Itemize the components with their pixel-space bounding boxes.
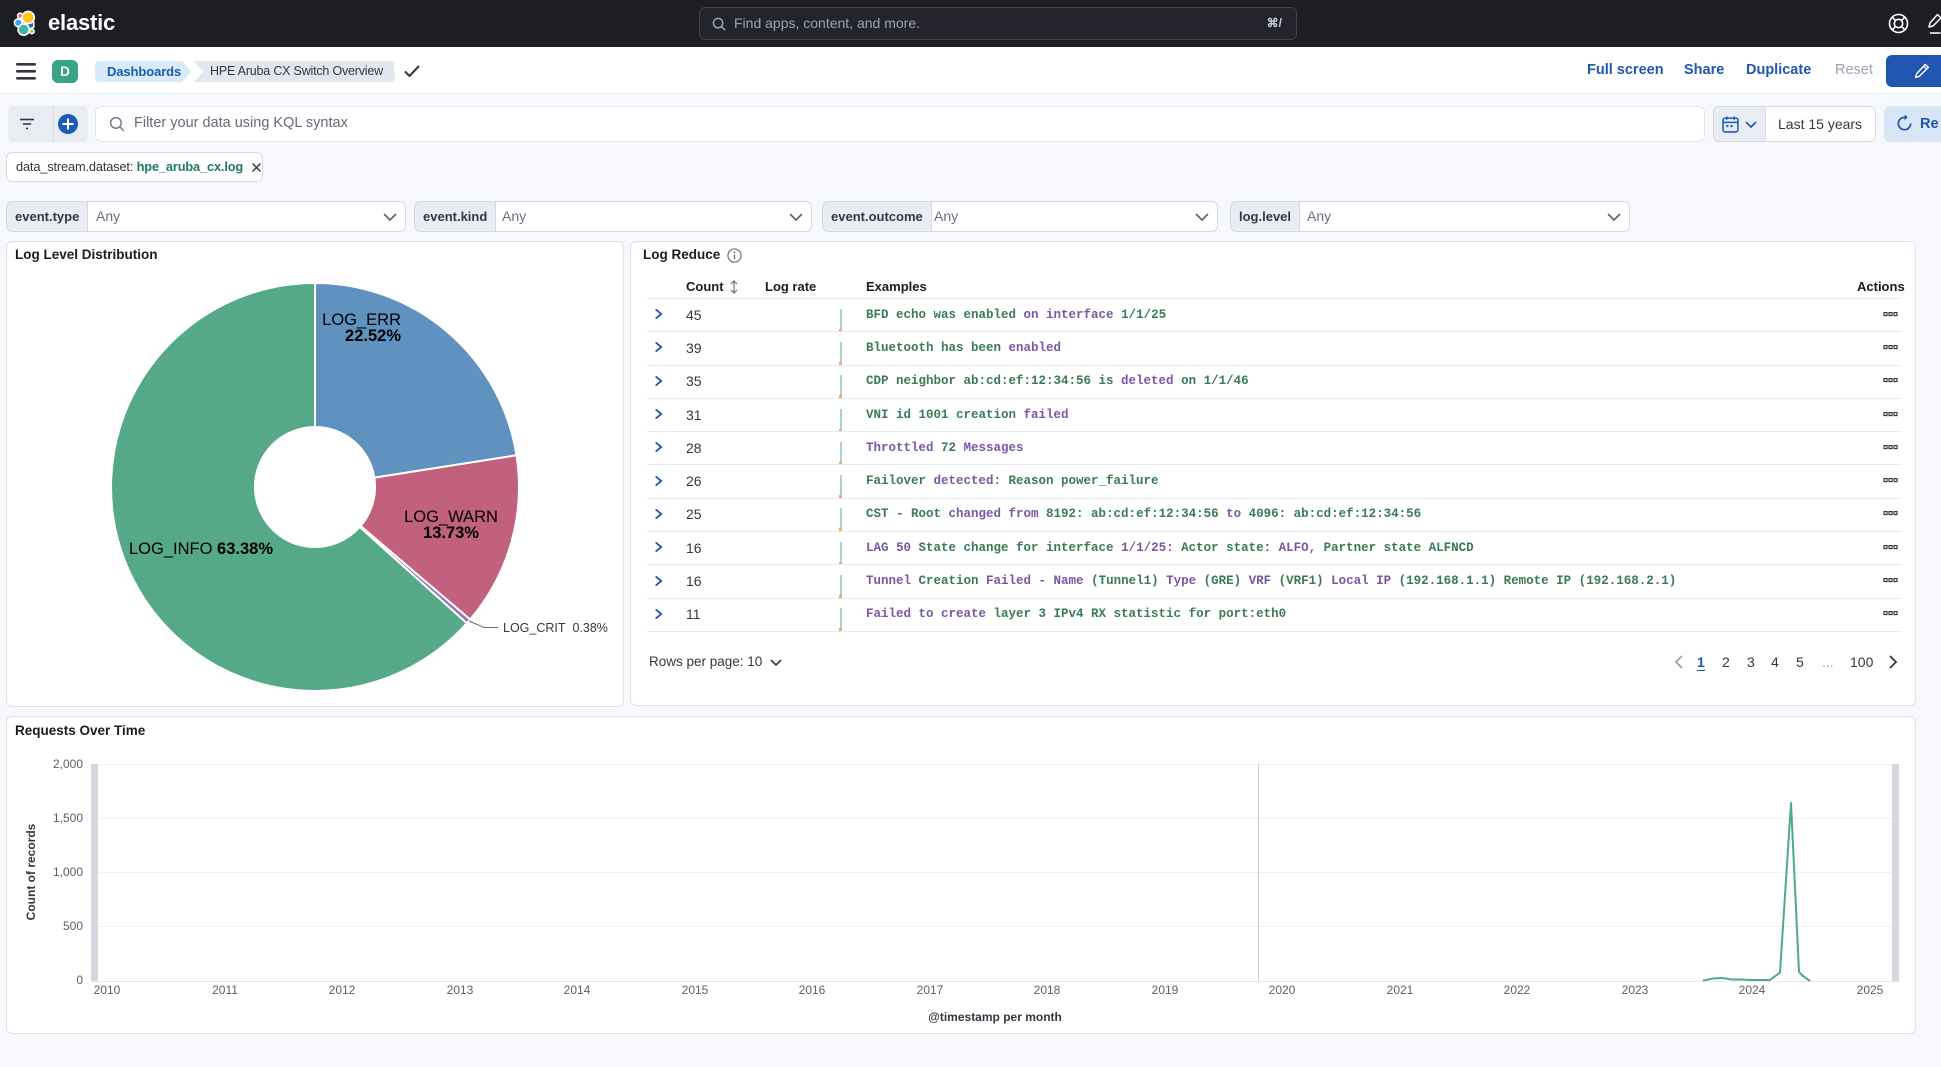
svg-text:2010: 2010 (94, 983, 121, 997)
svg-text:2025: 2025 (1857, 983, 1884, 997)
svg-text:@timestamp per month: @timestamp per month (928, 1010, 1062, 1024)
svg-text:2019: 2019 (1152, 983, 1179, 997)
svg-text:2015: 2015 (682, 983, 709, 997)
svg-text:2018: 2018 (1034, 983, 1061, 997)
svg-text:2013: 2013 (447, 983, 474, 997)
svg-text:1,500: 1,500 (53, 811, 83, 825)
svg-text:2017: 2017 (917, 983, 944, 997)
svg-text:LOG_INFO 63.38%: LOG_INFO 63.38% (129, 540, 273, 558)
svg-text:2021: 2021 (1387, 983, 1414, 997)
svg-text:2022: 2022 (1504, 983, 1531, 997)
svg-text:2012: 2012 (329, 983, 356, 997)
svg-text:2020: 2020 (1269, 983, 1296, 997)
svg-text:Count of records: Count of records (24, 823, 38, 920)
svg-text:2023: 2023 (1622, 983, 1649, 997)
svg-text:2024: 2024 (1739, 983, 1766, 997)
svg-text:2016: 2016 (799, 983, 826, 997)
svg-text:22.52%: 22.52% (345, 327, 401, 345)
svg-text:2014: 2014 (564, 983, 591, 997)
svg-text:0: 0 (76, 973, 83, 987)
svg-text:2011: 2011 (212, 983, 238, 997)
svg-text:500: 500 (63, 919, 83, 933)
svg-text:1,000: 1,000 (53, 865, 83, 879)
svg-text:LOG_CRIT 0.38%: LOG_CRIT 0.38% (503, 621, 608, 635)
svg-text:2,000: 2,000 (53, 757, 83, 771)
svg-text:13.73%: 13.73% (423, 524, 479, 542)
